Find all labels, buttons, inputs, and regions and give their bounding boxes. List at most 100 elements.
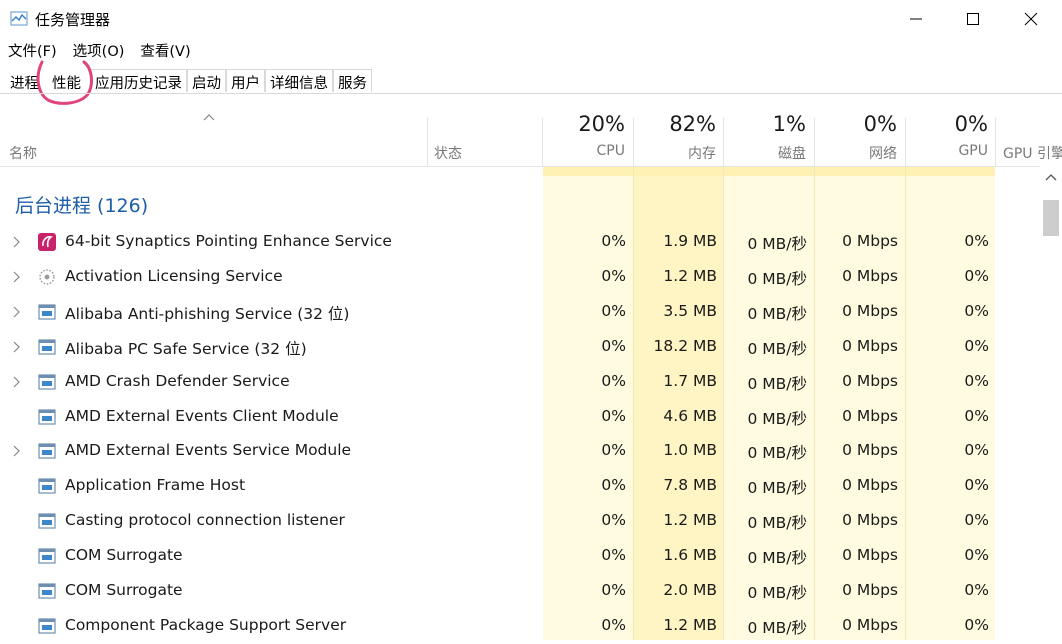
process-network-value: 0 Mbps	[842, 301, 898, 320]
close-button[interactable]	[1002, 0, 1060, 38]
menu-options[interactable]: 选项(O)	[65, 39, 133, 61]
column-header-gpu-engine[interactable]: GPU 引擎	[1003, 143, 1062, 163]
chevron-right-icon[interactable]	[12, 305, 22, 319]
table-row[interactable]: COM Surrogate 0% 2.0 MB 0 MB/秒 0 Mbps 0%	[0, 574, 1040, 609]
process-cpu-value: 0%	[601, 546, 626, 565]
table-row[interactable]: Application Frame Host 0% 7.8 MB 0 MB/秒 0 Mb…	[0, 469, 1040, 504]
process-name: Activation Licensing Service	[65, 266, 283, 285]
column-header-status[interactable]: 状态	[434, 143, 462, 163]
tab-performance[interactable]: 性能	[44, 69, 90, 93]
window-app-icon	[38, 477, 56, 495]
process-name: AMD External Events Client Module	[65, 406, 339, 425]
scrollbar-thumb[interactable]	[1043, 200, 1059, 236]
minimize-button[interactable]	[887, 0, 945, 38]
chevron-right-icon[interactable]	[12, 340, 22, 354]
heat-top-strip	[543, 167, 995, 176]
process-network-value: 0 Mbps	[842, 371, 898, 390]
process-gpu-value: 0%	[964, 301, 989, 320]
table-row[interactable]: Casting protocol connection listener 0% 1.…	[0, 504, 1040, 539]
table-row[interactable]: Activation Licensing Service 0% 1.2 MB 0 MB…	[0, 260, 1040, 295]
tabs-divider	[0, 93, 1062, 94]
menu-file[interactable]: 文件(F)	[0, 39, 65, 61]
process-cpu-value: 0%	[601, 371, 626, 390]
title-bar: 任务管理器	[0, 0, 1062, 38]
tab-app-history[interactable]: 应用历史记录	[90, 69, 187, 92]
process-gpu-value: 0%	[964, 406, 989, 425]
window-app-icon	[38, 408, 56, 426]
process-memory-value: 1.6 MB	[663, 546, 717, 565]
column-header-network[interactable]: 网络	[814, 143, 897, 163]
process-network-value: 0 Mbps	[842, 511, 898, 530]
gear-dots-icon	[38, 268, 56, 286]
process-disk-value: 0 MB/秒	[747, 409, 807, 428]
column-header-disk[interactable]: 磁盘	[723, 143, 806, 163]
process-cpu-value: 0%	[601, 581, 626, 599]
tab-users[interactable]: 用户	[226, 69, 265, 92]
column-header-cpu[interactable]: CPU	[542, 143, 625, 159]
process-name: AMD External Events Service Module	[65, 441, 352, 460]
table-row[interactable]: AMD External Events Service Module 0% 1.0 …	[0, 434, 1040, 469]
table-row[interactable]: Alibaba Anti-phishing Service (32 位) 0% 3.…	[0, 295, 1040, 330]
disk-total[interactable]: 1%	[723, 112, 806, 136]
close-icon	[1024, 12, 1038, 26]
process-disk-value: 0 MB/秒	[747, 618, 807, 637]
process-name: Component Package Support Server	[65, 615, 347, 634]
process-network-value: 0 Mbps	[842, 266, 898, 285]
process-disk-value: 0 MB/秒	[747, 444, 807, 463]
column-header-name[interactable]: 名称	[9, 143, 37, 163]
tab-startup[interactable]: 启动	[187, 69, 226, 92]
process-gpu-value: 0%	[964, 476, 989, 495]
process-network-value: 0 Mbps	[842, 615, 898, 634]
network-total[interactable]: 0%	[814, 112, 897, 136]
chevron-right-icon[interactable]	[12, 375, 22, 389]
process-gpu-value: 0%	[964, 371, 989, 390]
tab-processes[interactable]: 进程	[0, 69, 44, 93]
process-gpu-value: 0%	[964, 546, 989, 565]
process-gpu-value: 0%	[964, 336, 989, 355]
minimize-icon	[910, 18, 922, 20]
table-row[interactable]: AMD Crash Defender Service 0% 1.7 MB 0 MB/秒…	[0, 365, 1040, 400]
process-memory-value: 4.6 MB	[663, 406, 717, 425]
chevron-right-icon[interactable]	[12, 444, 22, 458]
task-manager-icon	[10, 11, 28, 26]
process-disk-value: 0 MB/秒	[747, 269, 807, 288]
table-row[interactable]: COM Surrogate 0% 1.6 MB 0 MB/秒 0 Mbps 0%	[0, 539, 1040, 574]
process-memory-value: 7.8 MB	[663, 476, 717, 495]
process-disk-value: 0 MB/秒	[747, 304, 807, 323]
process-cpu-value: 0%	[601, 406, 626, 425]
column-header-gpu[interactable]: GPU	[905, 143, 988, 159]
column-separator[interactable]	[427, 118, 428, 166]
table-row[interactable]: 64-bit Synaptics Pointing Enhance Servic…	[0, 225, 1040, 260]
vertical-scrollbar[interactable]	[1040, 167, 1062, 640]
table-row[interactable]: AMD External Events Client Module 0% 4.6 M…	[0, 400, 1040, 435]
menu-view[interactable]: 查看(V)	[132, 39, 198, 61]
process-name: COM Surrogate	[65, 546, 183, 565]
tab-services[interactable]: 服务	[333, 69, 372, 92]
process-memory-value: 18.2 MB	[653, 336, 717, 355]
process-network-value: 0 Mbps	[842, 581, 898, 599]
cpu-total[interactable]: 20%	[542, 112, 625, 136]
process-network-value: 0 Mbps	[842, 232, 898, 250]
gpu-total[interactable]: 0%	[905, 112, 988, 136]
window-app-icon	[38, 617, 56, 635]
process-name: COM Surrogate	[65, 581, 183, 599]
table-row[interactable]: Component Package Support Server 0% 1.2 MB…	[0, 609, 1040, 644]
chevron-right-icon[interactable]	[12, 235, 22, 249]
table-row[interactable]: Alibaba PC Safe Service (32 位) 0% 18.2 MB 0…	[0, 330, 1040, 365]
process-memory-value: 1.9 MB	[663, 232, 717, 250]
memory-total[interactable]: 82%	[633, 112, 716, 136]
window-title: 任务管理器	[35, 11, 111, 29]
window-app-icon	[38, 303, 56, 321]
group-background-processes[interactable]: 后台进程 (126)	[15, 191, 148, 218]
column-header-memory[interactable]: 内存	[633, 143, 716, 163]
process-cpu-value: 0%	[601, 441, 626, 460]
tab-details[interactable]: 详细信息	[265, 69, 333, 92]
column-separator[interactable]	[995, 118, 996, 166]
process-gpu-value: 0%	[964, 441, 989, 460]
process-network-value: 0 Mbps	[842, 406, 898, 425]
process-name: Application Frame Host	[65, 476, 246, 495]
maximize-button[interactable]	[944, 0, 1002, 38]
process-cpu-value: 0%	[601, 615, 626, 634]
chevron-right-icon[interactable]	[12, 270, 22, 284]
scroll-up-icon[interactable]	[1045, 173, 1057, 181]
